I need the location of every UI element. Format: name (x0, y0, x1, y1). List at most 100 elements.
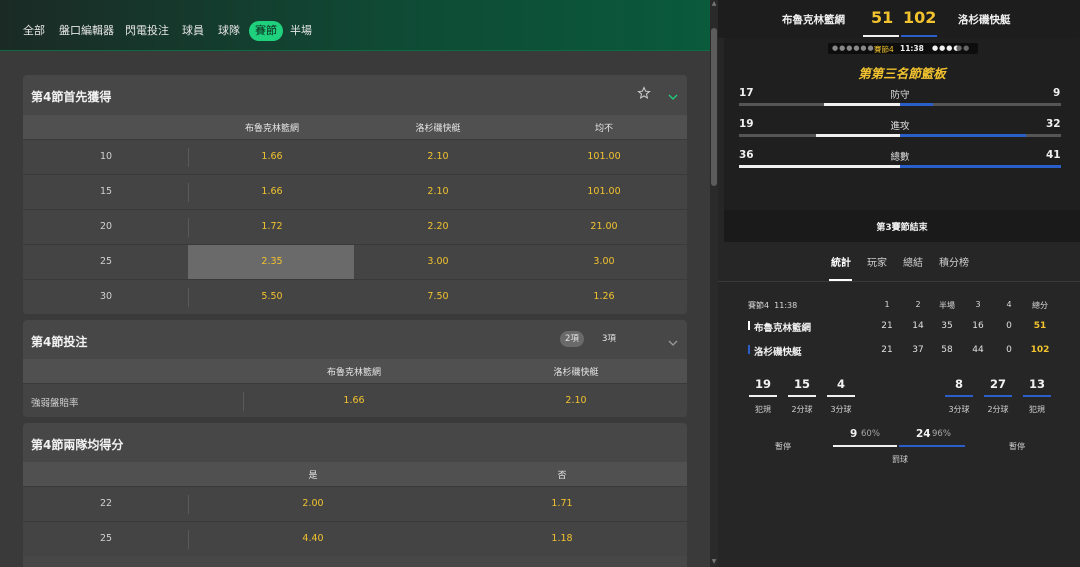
odds-button[interactable]: 4.40 (302, 533, 323, 544)
home-score: 51 (871, 8, 894, 27)
nav-teams[interactable]: 球隊 (218, 21, 240, 41)
home-stat-bar (816, 134, 900, 137)
column-header: 布魯克林籃網 (326, 368, 382, 378)
home-team-name: 布魯克林籃網 (782, 14, 845, 26)
market-row: 30 5.50 7.50 1.26 (23, 279, 687, 314)
column-header: 洛杉磯快艇 (553, 368, 599, 378)
team-stat-value: 13 (1028, 377, 1046, 391)
column-header: 4 (1006, 300, 1012, 309)
chevron-down-icon[interactable] (667, 333, 679, 346)
odds-button[interactable]: 1.66 (261, 151, 282, 162)
nav-quarters[interactable]: 賽節 (249, 21, 283, 41)
stat-label: 防守 (890, 90, 910, 101)
free-throw-label: 罰球 (892, 455, 908, 464)
tab-players[interactable]: 玩家 (867, 254, 887, 269)
odds-button[interactable]: 2.10 (427, 151, 448, 162)
odds-button[interactable]: 3.00 (593, 256, 614, 267)
nav-flash-bet[interactable]: 閃電投注 (125, 21, 169, 41)
team-stat-value: 15 (793, 377, 811, 391)
dots-icon: ●● (956, 44, 971, 52)
tab-stats[interactable]: 統計 (831, 254, 851, 269)
period-label: 賽節4 (874, 45, 894, 54)
tab-summary[interactable]: 總結 (903, 254, 923, 269)
market-row: 22 2.00 1.71 (23, 486, 687, 521)
nav-half[interactable]: 半場 (290, 21, 312, 41)
team-stat-label: 3分球 (830, 405, 852, 414)
column-header: 是 (308, 471, 318, 481)
nav-players[interactable]: 球員 (182, 21, 204, 41)
tab-standings[interactable]: 積分榜 (939, 254, 969, 269)
game-clock: 11:38 (900, 44, 924, 53)
star-icon[interactable] (637, 85, 651, 100)
box-score-cell: 14 (912, 321, 924, 331)
row-label: 30 (99, 291, 113, 302)
team-stat-label: 犯規 (755, 405, 771, 414)
column-header: 洛杉磯快艇 (415, 124, 461, 134)
odds-button[interactable]: 1.71 (551, 498, 572, 509)
team-stat-value: 8 (954, 377, 964, 391)
odds-button[interactable]: 3.00 (427, 256, 448, 267)
match-center-pane: 布魯克林籃網 51 102 洛杉磯快艇 ●●●●●● 賽節4 11:38 ●●●… (718, 0, 1080, 567)
stat-label: 總數 (890, 152, 910, 163)
live-scoreboard: ●●●●●● 賽節4 11:38 ●●●● ●● 第第三名節籃板 17 防守 9… (724, 38, 1080, 242)
nav-bet-builder[interactable]: 盤口編輯器 (59, 21, 114, 41)
odds-button[interactable]: 2.10 (565, 395, 586, 406)
scrollbar-thumb[interactable] (711, 28, 717, 186)
scroll-down-icon[interactable]: ▼ (710, 558, 718, 566)
box-score-cell: 37 (912, 345, 924, 355)
odds-button[interactable]: 1.66 (261, 186, 282, 197)
odds-button[interactable]: 2.10 (427, 186, 448, 197)
box-score-cell: 58 (941, 345, 953, 355)
home-free-throw-bar (833, 445, 897, 447)
row-label: 15 (99, 186, 113, 197)
home-stat-value: 19 (739, 118, 754, 130)
odds-button[interactable]: 1.18 (551, 533, 572, 544)
away-stat-bar (900, 134, 1026, 137)
stat-label: 進攻 (890, 121, 910, 132)
odds-button[interactable]: 101.00 (587, 151, 620, 162)
away-stat-value: 41 (1046, 149, 1061, 161)
team-stat-value: 4 (836, 377, 846, 391)
away-stat-value: 9 (1053, 87, 1061, 99)
column-header: 2 (915, 300, 921, 309)
away-stat-bar (900, 165, 1061, 168)
box-total: 102 (1030, 345, 1050, 355)
box-score-cell: 16 (972, 321, 984, 331)
away-score: 102 (903, 8, 937, 27)
pill-3-items[interactable]: 3項 (597, 331, 621, 347)
nav-all[interactable]: 全部 (23, 21, 45, 41)
chevron-up-icon[interactable] (667, 87, 679, 100)
market-title: 第4節兩隊均得分 (31, 438, 124, 452)
box-score-cell: 35 (941, 321, 953, 331)
team-stat-label: 2分球 (987, 405, 1009, 414)
market-card-quarter-bet: 第4節投注 2項 3項 布魯克林籃網 洛杉磯快艇 強弱盤賠率 1.66 2.10 (23, 320, 687, 417)
team-stat-value: 19 (754, 377, 772, 391)
status-bar: 第3賽節結束 (724, 210, 1080, 242)
odds-button[interactable]: 5.50 (261, 291, 282, 302)
odds-button[interactable]: 2.00 (302, 498, 323, 509)
odds-button[interactable]: 2.35 (261, 256, 282, 267)
odds-button[interactable]: 101.00 (587, 186, 620, 197)
pill-2-items[interactable]: 2項 (560, 331, 584, 347)
odds-button[interactable]: 21.00 (590, 221, 617, 232)
status-text: 第3賽節結束 (876, 223, 928, 233)
away-stat-bar (900, 103, 933, 106)
box-team-name: 布魯克林籃網 (754, 323, 812, 334)
odds-button[interactable]: 1.72 (261, 221, 282, 232)
column-header: 布魯克林籃網 (244, 124, 300, 134)
odds-button[interactable]: 2.20 (427, 221, 448, 232)
scroll-up-icon[interactable]: ▲ (710, 0, 718, 8)
market-title: 第4節投注 (31, 335, 88, 349)
market-row: 25 4.40 1.18 (23, 521, 687, 556)
odds-button[interactable]: 7.50 (427, 291, 448, 302)
odds-button[interactable]: 1.66 (343, 395, 364, 406)
odds-button[interactable]: 1.26 (593, 291, 614, 302)
market-header-row: 布魯克林籃網 洛杉磯快艇 (23, 359, 687, 383)
market-card-first-score: 第4節首先獲得 布魯克林籃網 洛杉磯快艇 均不 10 1.66 2.10 101… (23, 75, 687, 314)
market-row: 25 2.35 3.00 3.00 (23, 244, 687, 280)
column-header: 總分 (1032, 301, 1048, 310)
markets-scrollbar[interactable]: ▲ ▼ (710, 0, 718, 567)
team-stat-label: 犯規 (1029, 405, 1045, 414)
row-label: 22 (99, 498, 113, 509)
home-stat-value: 17 (739, 87, 754, 99)
